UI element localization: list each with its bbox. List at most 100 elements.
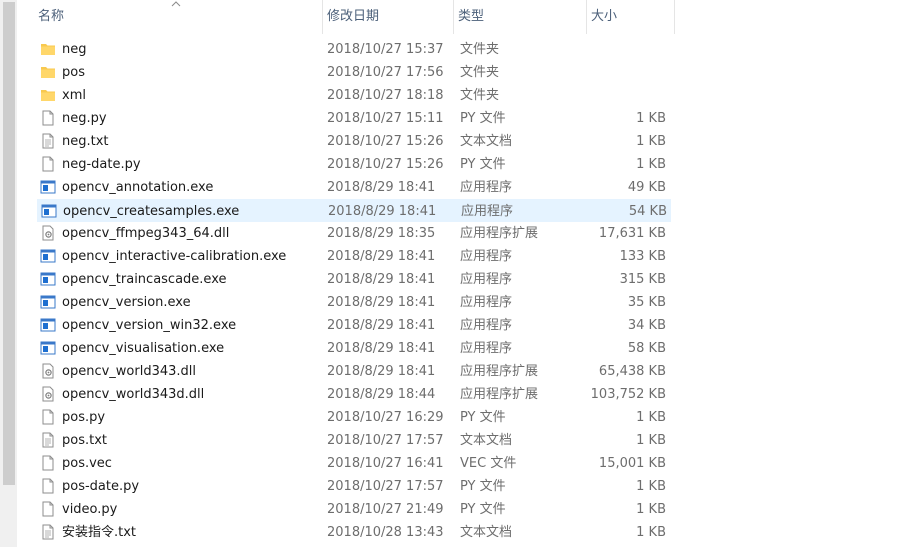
file-size	[552, 38, 666, 61]
file-size: 1 KB	[636, 111, 666, 126]
left-scrollbar[interactable]	[0, 0, 17, 547]
file-size: 1 KB	[636, 157, 666, 172]
dll-icon	[40, 225, 56, 241]
file-row[interactable]: opencv_traincascade.exe 2018/8/29 18:41 应用…	[37, 268, 671, 291]
file-icon	[40, 501, 56, 517]
file-name: opencv_interactive-calibration.exe	[62, 249, 287, 264]
file-name: neg.py	[62, 111, 107, 126]
file-row[interactable]: 安装指令.txt 2018/10/28 13:43 文本文档 1 KB	[37, 521, 671, 544]
exe-icon	[40, 317, 56, 333]
exe-icon	[40, 294, 56, 310]
file-name: opencv_world343.dll	[62, 364, 196, 379]
file-date: 2018/10/27 17:56	[327, 65, 444, 80]
file-row[interactable]: neg-date.py 2018/10/27 15:26 PY 文件 1 KB	[37, 153, 671, 176]
column-header-name[interactable]: 名称	[33, 0, 323, 34]
file-size: 133 KB	[619, 249, 666, 264]
file-size: 315 KB	[619, 272, 666, 287]
file-row[interactable]: pos.txt 2018/10/27 17:57 文本文档 1 KB	[37, 429, 671, 452]
file-date: 2018/10/27 15:11	[327, 111, 444, 126]
file-name: opencv_visualisation.exe	[62, 341, 225, 356]
file-size: 49 KB	[627, 180, 666, 195]
file-date: 2018/8/29 18:41	[327, 249, 436, 264]
file-row[interactable]: pos.vec 2018/10/27 16:41 VEC 文件 15,001 KB	[37, 452, 671, 475]
file-size: 1 KB	[636, 433, 666, 448]
file-size: 17,631 KB	[598, 226, 666, 241]
file-name: neg.txt	[62, 134, 109, 149]
file-row[interactable]: opencv_annotation.exe 2018/8/29 18:41 应用程序…	[37, 176, 671, 199]
column-divider[interactable]	[674, 0, 675, 34]
file-date: 2018/8/29 18:41	[327, 341, 436, 356]
file-row[interactable]: pos 2018/10/27 17:56 文件夹	[37, 61, 671, 84]
file-date: 2018/10/27 18:18	[327, 88, 444, 103]
file-icon	[40, 455, 56, 471]
file-icon	[40, 478, 56, 494]
file-row[interactable]: pos.py 2018/10/27 16:29 PY 文件 1 KB	[37, 406, 671, 429]
file-row[interactable]: neg.py 2018/10/27 15:11 PY 文件 1 KB	[37, 107, 671, 130]
file-row[interactable]: pos-date.py 2018/10/27 17:57 PY 文件 1 KB	[37, 475, 671, 498]
file-size: 1 KB	[636, 502, 666, 517]
column-header-date[interactable]: 修改日期	[322, 0, 453, 34]
text-file-icon	[40, 133, 56, 149]
file-row[interactable]: opencv_version_win32.exe 2018/8/29 18:41 应…	[37, 314, 671, 337]
file-name: opencv_createsamples.exe	[63, 204, 240, 219]
file-date: 2018/10/27 17:57	[327, 479, 444, 494]
file-name: pos.txt	[62, 433, 107, 448]
file-icon	[40, 409, 56, 425]
file-row[interactable]: opencv_interactive-calibration.exe 2018/8…	[37, 245, 671, 268]
file-size: 103,752 KB	[590, 387, 666, 402]
dll-icon	[40, 363, 56, 379]
column-header-type[interactable]: 类型	[453, 0, 586, 34]
file-row[interactable]: neg.txt 2018/10/27 15:26 文本文档 1 KB	[37, 130, 671, 153]
file-name: pos.vec	[62, 456, 112, 471]
file-size: 35 KB	[627, 295, 666, 310]
scrollbar-thumb[interactable]	[3, 2, 15, 485]
column-header-size[interactable]: 大小	[586, 0, 674, 34]
file-row[interactable]: opencv_version.exe 2018/8/29 18:41 应用程序 35 …	[37, 291, 671, 314]
folder-icon	[40, 87, 56, 103]
file-name: opencv_version_win32.exe	[62, 318, 237, 333]
file-date: 2018/10/27 15:37	[327, 42, 444, 57]
file-size: 1 KB	[636, 525, 666, 540]
file-name: pos.py	[62, 410, 106, 425]
file-date: 2018/8/29 18:41	[327, 318, 436, 333]
file-icon	[40, 110, 56, 126]
file-size: 54 KB	[628, 204, 667, 219]
file-size: 34 KB	[627, 318, 666, 333]
file-date: 2018/8/29 18:41	[328, 204, 437, 219]
file-size: 1 KB	[636, 134, 666, 149]
exe-icon	[40, 248, 56, 264]
file-name: opencv_version.exe	[62, 295, 191, 310]
file-row[interactable]: opencv_world343.dll 2018/8/29 18:41 应用程序扩展…	[37, 360, 671, 383]
folder-icon	[40, 64, 56, 80]
file-name: pos	[62, 65, 85, 80]
file-size: 65,438 KB	[598, 364, 666, 379]
file-date: 2018/10/28 13:43	[327, 525, 444, 540]
file-name: pos-date.py	[62, 479, 140, 494]
file-name: opencv_annotation.exe	[62, 180, 214, 195]
file-size: 1 KB	[636, 479, 666, 494]
file-date: 2018/8/29 18:41	[327, 295, 436, 310]
file-date: 2018/10/27 15:26	[327, 157, 444, 172]
file-date: 2018/8/29 18:41	[327, 364, 436, 379]
file-date: 2018/8/29 18:35	[327, 226, 436, 241]
file-name: 安装指令.txt	[62, 525, 137, 540]
exe-icon	[41, 203, 57, 219]
file-row[interactable]: xml 2018/10/27 18:18 文件夹	[37, 84, 671, 107]
file-name: xml	[62, 88, 86, 103]
file-icon	[40, 156, 56, 172]
file-row[interactable]: opencv_visualisation.exe 2018/8/29 18:41 应…	[37, 337, 671, 360]
file-name: neg	[62, 42, 87, 57]
file-date: 2018/10/27 17:57	[327, 433, 444, 448]
file-name: opencv_ffmpeg343_64.dll	[62, 226, 230, 241]
file-name: neg-date.py	[62, 157, 141, 172]
file-size: 58 KB	[627, 341, 666, 356]
file-size	[552, 61, 666, 84]
file-row[interactable]: opencv_world343d.dll 2018/8/29 18:44 应用程序扩…	[37, 383, 671, 406]
exe-icon	[40, 340, 56, 356]
file-row[interactable]: opencv_createsamples.exe 2018/8/29 18:41 应…	[37, 199, 671, 222]
file-row[interactable]: neg 2018/10/27 15:37 文件夹	[37, 38, 671, 61]
file-row[interactable]: video.py 2018/10/27 21:49 PY 文件 1 KB	[37, 498, 671, 521]
file-date: 2018/10/27 21:49	[327, 502, 444, 517]
file-row[interactable]: opencv_ffmpeg343_64.dll 2018/8/29 18:35 应用…	[37, 222, 671, 245]
exe-icon	[40, 179, 56, 195]
